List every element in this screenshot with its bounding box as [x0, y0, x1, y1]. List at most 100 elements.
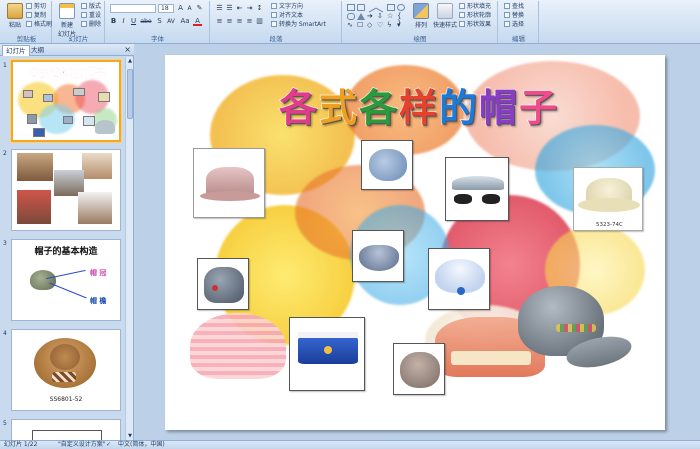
slide-canvas[interactable]: 各式各样的帽子 5323-74C — [165, 55, 665, 430]
cut-button[interactable]: 剪切 — [26, 3, 46, 11]
shape-outline-button[interactable]: 形状轮廓 — [459, 12, 491, 20]
binoculars-icon — [504, 3, 510, 9]
curve-shape-icon[interactable]: ∿ — [347, 22, 355, 29]
slide-title[interactable]: 各式各样的帽子 — [229, 77, 609, 132]
align-right-button[interactable]: ≡ — [235, 17, 244, 26]
arrange-button[interactable]: 排列 — [409, 3, 433, 29]
brace-shape-icon[interactable]: { } — [397, 13, 405, 27]
callout-shape-icon[interactable]: ☐ — [357, 22, 365, 29]
oval-shape-icon[interactable] — [397, 4, 405, 11]
hat-image-fur-trapper[interactable] — [197, 258, 249, 310]
reset-button[interactable]: 重设 — [81, 12, 101, 20]
line-spacing-button[interactable]: ↕ — [255, 4, 264, 13]
hat-image-sun-visor[interactable] — [428, 248, 490, 310]
justify-button[interactable]: ≡ — [245, 17, 254, 26]
slide-thumbnail-5[interactable] — [11, 419, 121, 440]
clipboard-group-label: 剪贴板 — [16, 35, 37, 43]
thumb-caption: SS6801-52 — [49, 396, 83, 403]
strikethrough-button[interactable]: abe — [139, 17, 153, 26]
align-left-button[interactable]: ≡ — [215, 17, 224, 26]
decrease-indent-button[interactable]: ⇤ — [235, 4, 244, 13]
action-shape-icon[interactable]: ◇ — [367, 22, 375, 29]
align-center-button[interactable]: ≡ — [225, 17, 234, 26]
panel-tabs: 幻灯片 大纲 × — [0, 44, 134, 56]
scissors-icon — [26, 3, 32, 9]
font-name-field[interactable] — [110, 4, 156, 13]
layout-button[interactable]: 版式 — [81, 3, 101, 11]
heart-shape-icon[interactable]: ♡ — [377, 22, 385, 29]
char-spacing-button[interactable]: AV — [165, 17, 177, 26]
paragraph-group: ☰ ☰ ⇤ ⇥ ↕ ≡ ≡ ≡ ≡ ▥ 文字方向 对齐文本 转换为 SmartA… — [211, 1, 342, 43]
star-shape-icon[interactable]: ☆ — [387, 13, 395, 20]
arrow-shape-icon[interactable]: ➔ — [367, 13, 375, 20]
text-direction-button[interactable]: 文字方向 — [271, 3, 303, 11]
quick-styles-button[interactable]: 快速样式 — [431, 3, 459, 29]
increase-indent-button[interactable]: ⇥ — [245, 4, 254, 13]
triangle-shape-icon[interactable] — [357, 13, 365, 20]
shrink-font-button[interactable]: A — [185, 4, 194, 13]
rectangle-shape-icon[interactable] — [347, 4, 355, 11]
hat-image-denim-cap[interactable] — [510, 280, 635, 375]
select-button[interactable]: 选择 — [504, 21, 524, 29]
hat-image-straw-cowboy[interactable]: 5323-74C — [573, 167, 643, 231]
language-status[interactable]: 中文(简体，中国) — [118, 441, 165, 449]
quick-styles-icon — [437, 3, 453, 19]
slide-thumbnail-4[interactable]: SS6801-52 — [11, 329, 121, 411]
panel-scrollbar[interactable]: ▲ ▼ — [125, 57, 133, 440]
thumb-number: 1 — [3, 62, 7, 69]
scroll-up-icon[interactable]: ▲ — [126, 57, 134, 65]
replace-button[interactable]: 替换 — [504, 12, 524, 20]
slide-count: 幻灯片 1/22 — [4, 441, 38, 448]
tab-outline[interactable]: 大纲 — [28, 45, 47, 56]
status-bar: 幻灯片 1/22 "自定义设计方案" ✓ 中文(简体，中国) — [0, 440, 700, 449]
delete-slide-button[interactable]: 删除 — [81, 21, 101, 29]
hat-image-gray-pillbox[interactable] — [352, 230, 404, 282]
rounded-rect-shape-icon[interactable] — [347, 13, 355, 20]
slide-thumbnail-3[interactable]: 帽子的基本构造 帽 冠 帽 檐 — [11, 239, 121, 321]
scroll-thumb[interactable] — [127, 69, 133, 119]
columns-button[interactable]: ▥ — [255, 17, 264, 26]
scroll-down-icon[interactable]: ▼ — [126, 432, 134, 440]
more-shapes-icon[interactable]: ▾ — [397, 22, 405, 29]
copy-icon — [26, 12, 32, 18]
italic-button[interactable]: I — [119, 17, 128, 26]
shadow-button[interactable]: S — [155, 17, 164, 26]
slide-thumbnail-1[interactable]: 各式各样的帽子 — [11, 60, 121, 142]
slide-thumbnail-2[interactable] — [11, 149, 121, 231]
convert-smartart-button[interactable]: 转换为 SmartArt — [271, 21, 326, 29]
change-case-button[interactable]: Aa — [179, 17, 191, 26]
align-text-button[interactable]: 对齐文本 — [271, 12, 303, 20]
arrow-shape-icon[interactable]: ⇩ — [377, 13, 385, 20]
bullets-button[interactable]: ☰ — [215, 4, 224, 13]
hat-image-navy-sailor[interactable] — [289, 317, 365, 391]
font-size-field[interactable]: 18 — [158, 4, 174, 13]
clipboard-group: 粘贴 剪切 复制 格式刷 剪贴板 — [2, 1, 52, 43]
paste-button[interactable]: 粘贴 — [4, 3, 26, 29]
shape-effects-button[interactable]: 形状效果 — [459, 21, 491, 29]
font-color-button[interactable]: A — [193, 17, 202, 26]
format-painter-button[interactable]: 格式刷 — [26, 21, 52, 29]
bold-button[interactable]: B — [109, 17, 118, 26]
hat-image-ushanka[interactable] — [361, 140, 413, 190]
rectangle-shape-icon[interactable] — [357, 4, 365, 11]
copy-button[interactable]: 复制 — [26, 12, 46, 20]
clear-format-button[interactable]: ✎ — [195, 4, 204, 13]
tab-slides[interactable]: 幻灯片 — [2, 45, 30, 56]
hat-image-knit-beanie[interactable] — [393, 343, 445, 395]
theme-name: "自定义设计方案" — [58, 441, 106, 448]
hat-image-visor-sunglasses[interactable] — [445, 157, 509, 221]
title-char: 样 — [398, 85, 439, 130]
grow-font-button[interactable]: A — [176, 4, 185, 13]
numbering-button[interactable]: ☰ — [225, 4, 234, 13]
find-button[interactable]: 查找 — [504, 3, 524, 11]
shape-fill-button[interactable]: 形状填充 — [459, 3, 491, 11]
rectangle-shape-icon[interactable] — [387, 4, 395, 11]
ribbon: 粘贴 剪切 复制 格式刷 剪贴板 新建 幻灯片 版式 重设 删除 幻灯片 18 … — [0, 0, 700, 44]
hat-image-pink-bucket[interactable] — [193, 148, 265, 218]
paste-icon — [7, 3, 23, 19]
thumb-label: 帽 冠 — [90, 269, 107, 277]
underline-button[interactable]: U — [129, 17, 138, 26]
bolt-shape-icon[interactable]: ϟ — [387, 22, 395, 29]
close-panel-icon[interactable]: × — [124, 45, 131, 55]
spell-check-icon[interactable]: ✓ — [106, 441, 111, 449]
